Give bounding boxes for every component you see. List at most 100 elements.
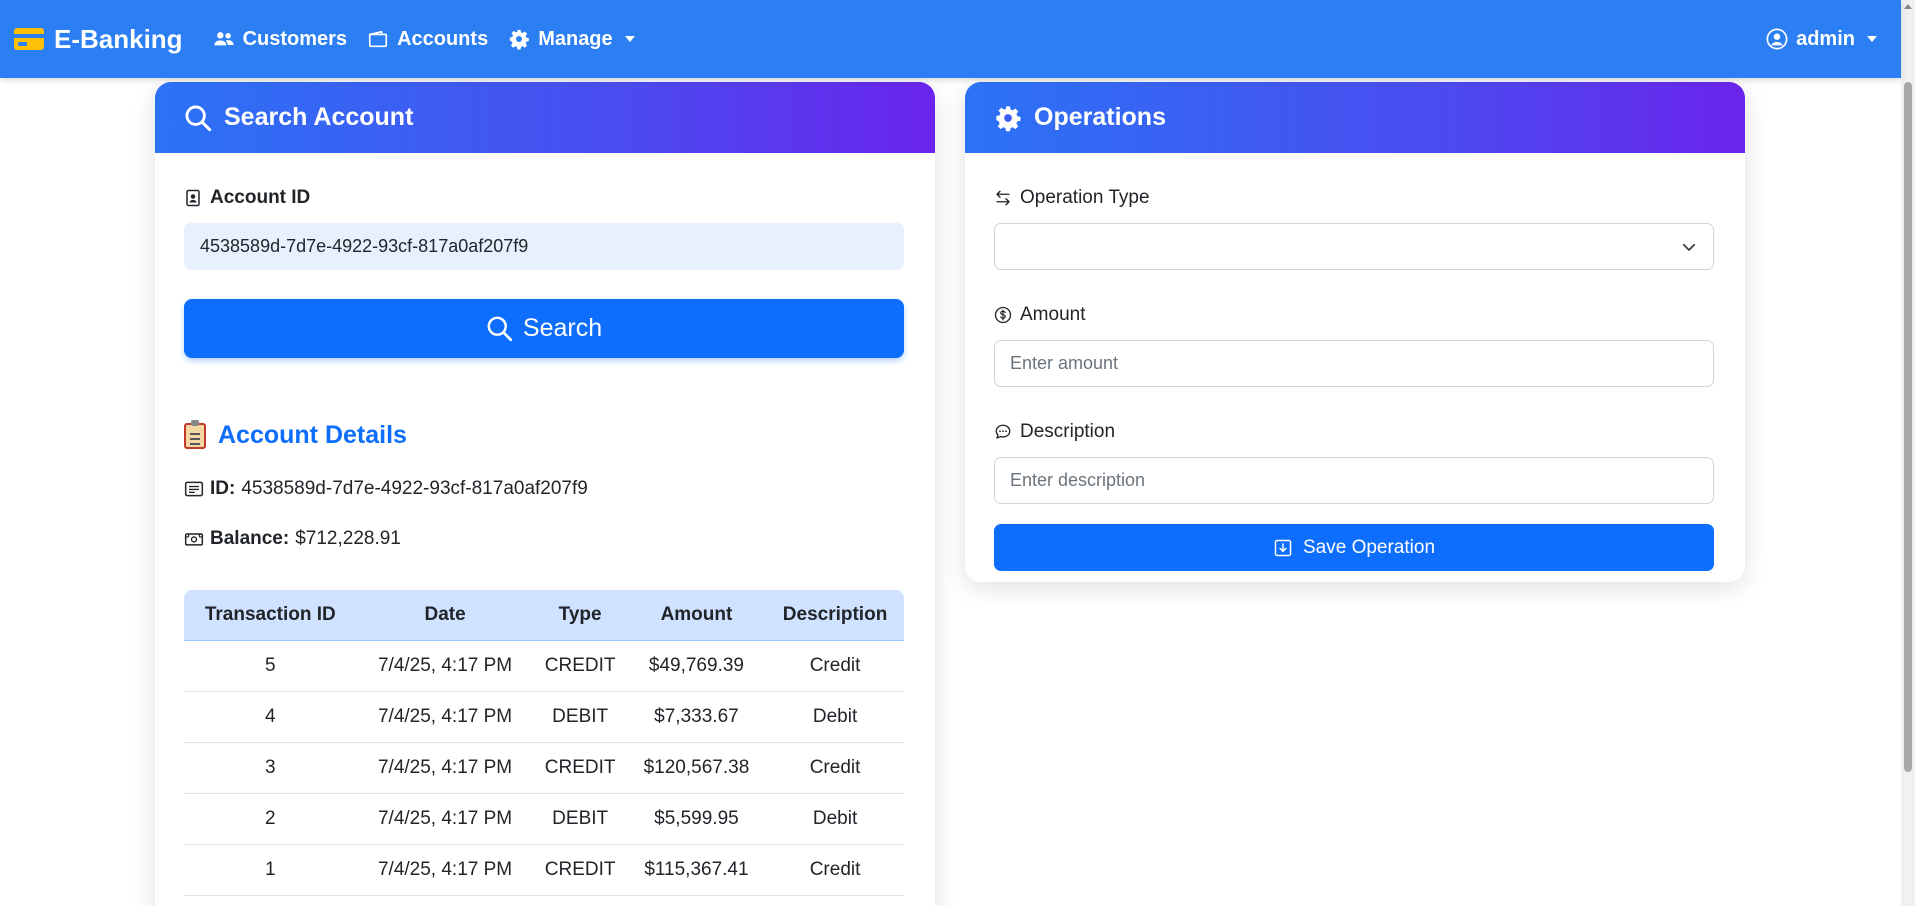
id-value: 4538589d-7d7e-4922-93cf-817a0af207f9 <box>241 478 588 499</box>
user-circle-icon <box>1766 28 1788 50</box>
operations-card-header: Operations <box>965 82 1745 153</box>
account-details-heading: Account Details <box>184 419 906 450</box>
chevron-down-icon <box>624 36 635 42</box>
save-download-icon <box>1274 539 1292 556</box>
dollar-circle-icon <box>994 306 1012 324</box>
user-menu-dropdown[interactable]: admin <box>1766 28 1877 51</box>
transactions-table: Transaction ID Date Type Amount Descript… <box>184 590 904 896</box>
transaction-id: 1 <box>184 844 357 896</box>
table-row: 1 7/4/25, 4:17 PM CREDIT $115,367.41 Cre… <box>184 844 904 896</box>
transaction-amount: $120,567.38 <box>626 742 767 794</box>
transaction-description: Credit <box>766 844 904 896</box>
search-icon <box>487 316 512 342</box>
top-navbar: E-Banking Customers Accounts Manage admi… <box>0 0 1901 78</box>
nav-accounts-label: Accounts <box>397 27 489 50</box>
transaction-amount: $5,599.95 <box>626 793 767 845</box>
description-placeholder: Enter description <box>1010 470 1146 490</box>
card-text-icon <box>184 481 204 497</box>
page-scrollbar[interactable] <box>1901 0 1915 906</box>
table-row: 2 7/4/25, 4:17 PM DEBIT $5,599.95 Debit <box>184 793 904 845</box>
nav-manage-dropdown[interactable]: Manage <box>508 27 635 51</box>
transaction-id: 2 <box>184 793 357 845</box>
arrows-exchange-icon <box>996 190 1010 206</box>
balance-value: $712,228.91 <box>295 528 401 549</box>
column-header: Amount <box>626 590 767 641</box>
transaction-description: Debit <box>766 691 904 743</box>
account-id-input[interactable]: 4538589d-7d7e-4922-93cf-817a0af207f9 <box>184 223 904 270</box>
nav-manage-label: Manage <box>538 27 613 50</box>
account-id-label-text: Account ID <box>210 187 311 208</box>
chevron-down-icon <box>1682 243 1696 251</box>
wallet-icon <box>368 30 388 48</box>
user-name: admin <box>1796 27 1855 50</box>
table-row: 4 7/4/25, 4:17 PM DEBIT $7,333.67 Debit <box>184 691 904 743</box>
amount-label: Amount <box>994 303 1716 327</box>
transaction-description: Debit <box>766 793 904 845</box>
amount-placeholder: Enter amount <box>1010 353 1119 373</box>
description-label-text: Description <box>1020 421 1116 442</box>
transaction-type: DEBIT <box>533 691 627 743</box>
transaction-description: Credit <box>766 640 904 692</box>
operation-type-label-text: Operation Type <box>1020 187 1150 208</box>
transaction-amount: $115,367.41 <box>626 844 767 896</box>
search-button[interactable]: Search <box>184 299 904 358</box>
transaction-amount: $7,333.67 <box>626 691 767 743</box>
clipboard-icon <box>184 419 206 449</box>
transaction-description: Credit <box>766 742 904 794</box>
transaction-date: 7/4/25, 4:17 PM <box>356 742 534 794</box>
search-icon <box>185 105 212 131</box>
gear-icon <box>996 105 1021 131</box>
transaction-type: CREDIT <box>533 640 627 692</box>
search-account-card: Search Account Account ID 4538589d-7d7e-… <box>155 82 935 906</box>
transaction-id: 3 <box>184 742 357 794</box>
column-header: Date <box>356 590 534 641</box>
transaction-id: 4 <box>184 691 357 743</box>
id-badge-icon <box>186 189 200 207</box>
search-button-label: Search <box>522 314 603 342</box>
nav-accounts[interactable]: Accounts <box>367 28 488 51</box>
balance-key: Balance: <box>210 528 290 549</box>
save-operation-button[interactable]: Save Operation <box>994 524 1714 571</box>
account-id-label: Account ID <box>184 186 906 210</box>
nav-customers[interactable]: Customers <box>213 28 347 51</box>
brand[interactable]: E-Banking <box>14 24 183 55</box>
column-header: Description <box>766 590 904 641</box>
search-card-title: Search Account <box>224 103 414 131</box>
account-id-detail: ID: 4538589d-7d7e-4922-93cf-817a0af207f9 <box>184 478 906 500</box>
transaction-id: 5 <box>184 640 357 692</box>
account-details-title: Account Details <box>218 421 407 449</box>
operation-type-select[interactable] <box>994 223 1714 270</box>
transaction-type: CREDIT <box>533 844 627 896</box>
transaction-date: 7/4/25, 4:17 PM <box>356 640 534 692</box>
transaction-date: 7/4/25, 4:17 PM <box>356 691 534 743</box>
scroll-up-arrow-icon[interactable] <box>1904 4 1912 9</box>
amount-label-text: Amount <box>1020 304 1086 325</box>
transaction-date: 7/4/25, 4:17 PM <box>356 844 534 896</box>
description-input[interactable]: Enter description <box>994 457 1714 504</box>
credit-card-icon <box>14 28 44 50</box>
cash-icon <box>184 533 204 546</box>
transaction-amount: $49,769.39 <box>626 640 767 692</box>
search-card-header: Search Account <box>155 82 935 153</box>
balance-detail: Balance: $712,228.91 <box>184 528 906 550</box>
brand-name: E-Banking <box>54 23 183 54</box>
transaction-date: 7/4/25, 4:17 PM <box>356 793 534 845</box>
amount-input[interactable]: Enter amount <box>994 340 1714 387</box>
column-header: Type <box>533 590 627 641</box>
operation-type-label: Operation Type <box>994 186 1716 210</box>
chevron-down-icon <box>1867 36 1877 42</box>
people-icon <box>213 32 234 46</box>
scrollbar-thumb[interactable] <box>1904 82 1912 772</box>
operations-card: Operations Operation Type Amount Enter a… <box>965 82 1745 582</box>
transaction-type: CREDIT <box>533 742 627 794</box>
chat-dots-icon <box>995 424 1011 439</box>
account-id-input-value: 4538589d-7d7e-4922-93cf-817a0af207f9 <box>200 236 529 256</box>
table-header-row: Transaction ID Date Type Amount Descript… <box>184 590 904 641</box>
table-row: 5 7/4/25, 4:17 PM CREDIT $49,769.39 Cred… <box>184 640 904 692</box>
gear-icon <box>510 29 529 50</box>
transaction-type: DEBIT <box>533 793 627 845</box>
operations-card-title: Operations <box>1034 103 1166 131</box>
nav-customers-label: Customers <box>242 27 348 50</box>
save-operation-label: Save Operation <box>1302 536 1436 558</box>
column-header: Transaction ID <box>184 590 357 641</box>
